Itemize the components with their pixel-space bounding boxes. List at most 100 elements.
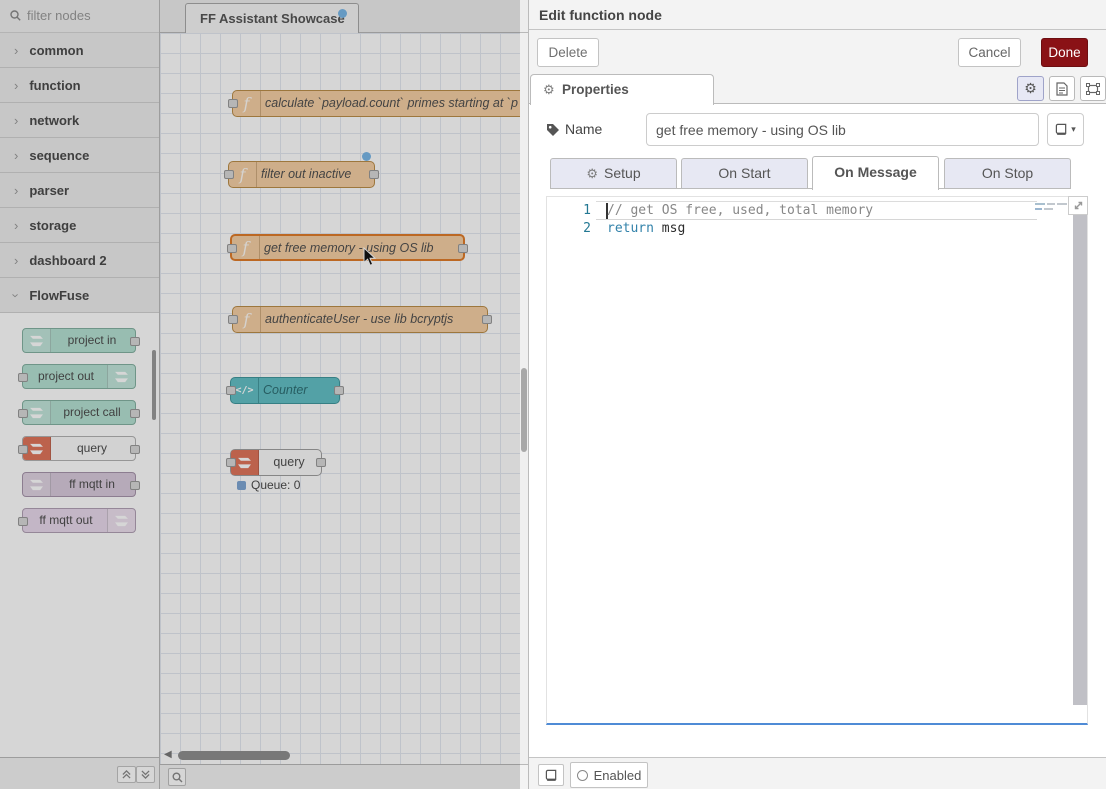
- gear-icon: ⚙: [543, 82, 555, 98]
- palette-categories: ›common ›function ›network ›sequence ›pa…: [0, 33, 159, 313]
- tab-on-start[interactable]: On Start: [681, 158, 808, 189]
- node-output-port[interactable]: [482, 315, 492, 324]
- chevron-right-icon: ›: [14, 253, 18, 268]
- collapse-all-button[interactable]: [117, 766, 136, 783]
- node-red-app: filter nodes ›common ›function ›network …: [0, 0, 1106, 789]
- name-label: Name: [565, 121, 602, 137]
- flow-node-get-free-memory[interactable]: f get free memory - using OS lib: [230, 234, 465, 261]
- flow-tabbar: FF Assistant Showcase: [160, 0, 528, 33]
- palette-filter[interactable]: filter nodes: [0, 0, 159, 33]
- flow-node-filter-out-inactive[interactable]: f filter out inactive: [228, 161, 375, 188]
- double-chevron-down-icon: [141, 770, 150, 779]
- tab-on-message[interactable]: On Message: [812, 156, 939, 190]
- palette-node-ff-mqtt-in[interactable]: ff mqtt in: [22, 472, 136, 497]
- editor-expand-button[interactable]: [1068, 196, 1088, 215]
- node-output-port[interactable]: [130, 445, 140, 454]
- appearance-button[interactable]: [1080, 76, 1106, 101]
- done-button[interactable]: Done: [1041, 38, 1088, 67]
- canvas-vscrollbar-track[interactable]: [520, 33, 528, 764]
- node-output-port[interactable]: [334, 386, 344, 395]
- tray-title: Edit function node: [529, 0, 1106, 23]
- node-changed-dot: [362, 152, 371, 161]
- status-dot-blue: [237, 481, 246, 490]
- node-input-port[interactable]: [224, 170, 234, 179]
- palette-node-project-call[interactable]: project call: [22, 400, 136, 425]
- search-icon: [10, 10, 21, 21]
- node-status: Queue: 0: [237, 478, 300, 492]
- flowfuse-icon: [107, 365, 135, 388]
- expand-all-button[interactable]: [136, 766, 155, 783]
- node-input-port[interactable]: [18, 373, 28, 382]
- code-line-1: // get OS free, used, total memory: [607, 202, 1027, 220]
- flow-node-calculate-primes[interactable]: f calculate `payload.count` primes start…: [232, 90, 528, 117]
- cancel-button[interactable]: Cancel: [958, 38, 1021, 67]
- flow-canvas: FF Assistant Showcase f calculate `paylo…: [160, 0, 528, 789]
- scroll-left-arrow[interactable]: ◀: [164, 749, 172, 760]
- palette-category-dashboard2[interactable]: ›dashboard 2: [0, 243, 159, 278]
- node-input-port[interactable]: [227, 244, 237, 253]
- palette-category-sequence[interactable]: ›sequence: [0, 138, 159, 173]
- node-output-port[interactable]: [130, 481, 140, 490]
- palette-filter-placeholder: filter nodes: [27, 8, 91, 23]
- tab-properties[interactable]: ⚙ Properties: [530, 74, 714, 105]
- node-input-port[interactable]: [228, 315, 238, 324]
- flow-node-authenticate-user[interactable]: f authenticateUser - use lib bcryptjs: [232, 306, 488, 333]
- chevron-right-icon: ›: [14, 183, 18, 198]
- flow-tab[interactable]: FF Assistant Showcase: [185, 3, 359, 33]
- flowfuse-icon: [23, 329, 51, 352]
- palette-scrollbar[interactable]: [152, 350, 156, 420]
- appearance-icon: [1086, 83, 1100, 95]
- description-button[interactable]: [1049, 76, 1075, 101]
- node-output-port[interactable]: [316, 458, 326, 467]
- library-button[interactable]: ▾: [1047, 113, 1084, 146]
- line-number: 2: [547, 220, 591, 238]
- palette-node-query[interactable]: query: [22, 436, 136, 461]
- palette-category-common[interactable]: ›common: [0, 33, 159, 68]
- node-output-port[interactable]: [458, 244, 468, 253]
- palette-node-project-out[interactable]: project out: [22, 364, 136, 389]
- node-output-port[interactable]: [130, 409, 140, 418]
- node-output-port[interactable]: [369, 170, 379, 179]
- node-output-port[interactable]: [130, 337, 140, 346]
- code-editor[interactable]: 1 2 // get OS free, used, total memory r…: [546, 196, 1088, 725]
- tray-header: Edit function node: [529, 0, 1106, 30]
- book-icon: [545, 769, 558, 782]
- node-input-port[interactable]: [226, 386, 236, 395]
- gear-icon: ⚙: [586, 166, 598, 181]
- flowfuse-icon: [107, 509, 135, 532]
- name-input[interactable]: [646, 113, 1039, 146]
- flow-grid[interactable]: f calculate `payload.count` primes start…: [160, 33, 520, 764]
- node-input-port[interactable]: [18, 409, 28, 418]
- node-help-button[interactable]: [538, 764, 564, 786]
- magnifier-icon: [172, 772, 183, 783]
- palette-category-function[interactable]: ›function: [0, 68, 159, 103]
- document-icon: [1056, 82, 1068, 96]
- tab-setup[interactable]: ⚙Setup: [550, 158, 677, 189]
- enabled-circle-icon: [577, 770, 588, 781]
- enabled-toggle[interactable]: Enabled: [570, 762, 648, 788]
- tab-on-stop[interactable]: On Stop: [944, 158, 1071, 189]
- editor-scrollbar[interactable]: [1073, 215, 1087, 705]
- palette-node-project-in[interactable]: project in: [22, 328, 136, 353]
- caret-down-icon: ▾: [1071, 124, 1076, 135]
- palette-category-parser[interactable]: ›parser: [0, 173, 159, 208]
- node-input-port[interactable]: [18, 445, 28, 454]
- editor-minimap[interactable]: [1035, 201, 1069, 217]
- line-number: 1: [547, 202, 591, 220]
- node-input-port[interactable]: [226, 458, 236, 467]
- node-input-port[interactable]: [228, 99, 238, 108]
- double-chevron-up-icon: [122, 770, 131, 779]
- canvas-hscrollbar-thumb[interactable]: [178, 751, 290, 760]
- canvas-vscrollbar-thumb[interactable]: [521, 368, 527, 452]
- zoom-search-button[interactable]: [168, 768, 186, 786]
- palette-node-ff-mqtt-out[interactable]: ff mqtt out: [22, 508, 136, 533]
- tabs-underline: [550, 188, 1070, 189]
- node-input-port[interactable]: [18, 517, 28, 526]
- delete-button[interactable]: Delete: [537, 38, 599, 67]
- flow-node-counter[interactable]: </> Counter: [230, 377, 340, 404]
- flow-node-query[interactable]: query: [230, 449, 322, 476]
- properties-view-button[interactable]: ⚙: [1017, 76, 1044, 101]
- palette-category-network[interactable]: ›network: [0, 103, 159, 138]
- palette-category-flowfuse[interactable]: ›FlowFuse: [0, 278, 159, 313]
- palette-category-storage[interactable]: ›storage: [0, 208, 159, 243]
